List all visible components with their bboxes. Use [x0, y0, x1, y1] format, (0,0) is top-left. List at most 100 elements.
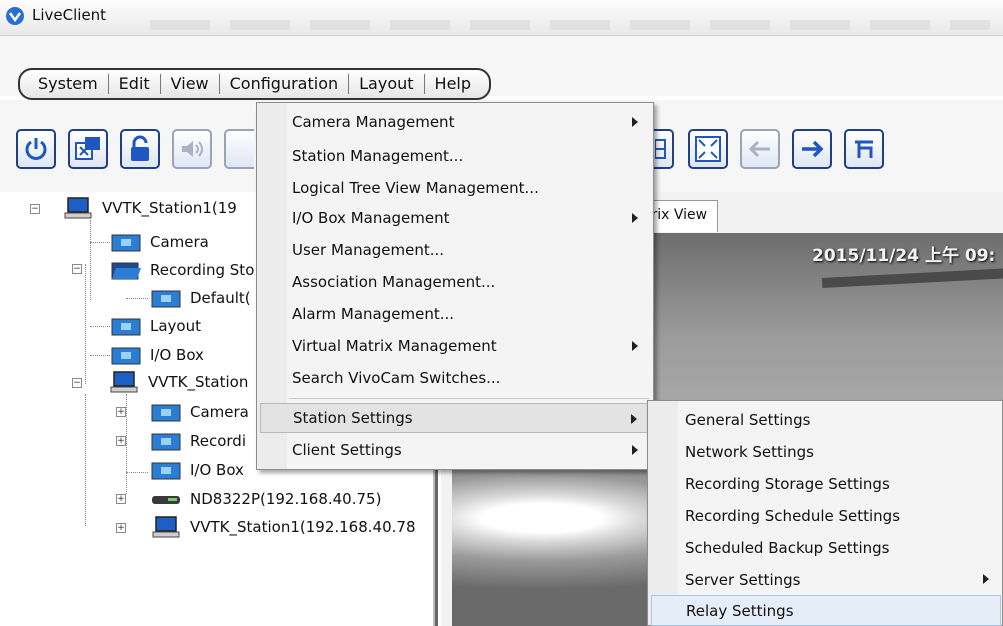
tree-line — [90, 220, 91, 300]
lock-icon — [131, 135, 149, 161]
title-bar: LiveClient — [0, 0, 1003, 36]
menu-item-label: Scheduled Backup Settings — [685, 538, 890, 557]
tree-expander[interactable]: − — [72, 264, 82, 274]
menu-item-virtual-matrix-management[interactable]: Virtual Matrix Management — [260, 331, 652, 361]
switch-monitor-icon — [75, 137, 100, 160]
menu-separator — [289, 398, 649, 399]
forward-arrow-icon — [802, 140, 824, 158]
switch-monitor-button[interactable] — [68, 129, 108, 169]
app-logo-icon — [6, 7, 24, 25]
computer-icon — [64, 197, 92, 219]
back-button[interactable] — [740, 129, 780, 169]
lock-button[interactable] — [120, 129, 160, 169]
menu-configuration[interactable]: Configuration — [220, 73, 349, 95]
menu-item-label: General Settings — [685, 410, 811, 429]
tree-node-label: Recordi — [190, 432, 246, 450]
tree-node-station2-camera[interactable]: Camera — [150, 400, 249, 424]
menu-layout[interactable]: Layout — [349, 73, 423, 95]
menu-view[interactable]: View — [161, 73, 219, 95]
menu-item-search-vivocam-switches[interactable]: Search VivoCam Switches... — [260, 363, 652, 393]
menu-edit[interactable]: Edit — [109, 73, 160, 95]
submenu-arrow-icon — [631, 414, 637, 424]
menu-item-label: Logical Tree View Management... — [292, 179, 539, 197]
menu-item-label: Camera Management — [292, 113, 455, 131]
title-bar-decoration — [150, 20, 990, 30]
tree-expander[interactable]: − — [30, 204, 40, 214]
menu-item-server-settings[interactable]: Server Settings — [651, 564, 1001, 595]
tree-expander[interactable]: + — [116, 523, 126, 533]
tree-line — [126, 394, 127, 494]
tree-node-nd8322p[interactable]: ND8322P(192.168.40.75) — [150, 487, 381, 511]
tree-expander[interactable]: + — [116, 436, 126, 446]
fullscreen-icon — [695, 136, 721, 162]
return-button[interactable] — [844, 129, 884, 169]
fullscreen-button[interactable] — [688, 129, 728, 169]
menu-item-scheduled-backup-settings[interactable]: Scheduled Backup Settings — [651, 532, 1001, 563]
tree-expander[interactable]: + — [116, 407, 126, 417]
folder-icon — [111, 234, 141, 252]
power-button[interactable] — [16, 129, 56, 169]
forward-button[interactable] — [792, 129, 832, 169]
tree-node-label: VVTK_Station1(192.168.40.78 — [190, 518, 416, 536]
submenu-arrow-icon — [632, 213, 638, 223]
menu-item-label: Network Settings — [685, 442, 814, 461]
tree-node-label: I/O Box — [150, 346, 204, 364]
menu-item-alarm-management[interactable]: Alarm Management... — [260, 299, 652, 329]
menu-item-camera-management[interactable]: Camera Management — [260, 107, 652, 137]
tree-node-station2-recording[interactable]: Recordi — [150, 429, 246, 453]
video-timestamp: 2015/11/24 上午 09: — [812, 246, 996, 266]
layout-button[interactable] — [654, 129, 674, 169]
station-settings-submenu: General Settings Network Settings Record… — [647, 400, 1003, 626]
tree-node-label: I/O Box — [190, 461, 244, 479]
tree-node-label: Default( — [190, 289, 251, 307]
menu-item-label: Relay Settings — [686, 601, 794, 620]
tree-node-io-box[interactable]: I/O Box — [110, 343, 204, 367]
menu-item-station-settings[interactable]: Station Settings — [260, 403, 652, 433]
folder-icon — [151, 433, 181, 451]
tree-node-label: VVTK_Station — [148, 373, 249, 391]
tree-line — [85, 264, 86, 384]
menu-item-client-settings[interactable]: Client Settings — [260, 435, 652, 465]
folder-icon — [111, 347, 141, 365]
folder-icon — [111, 318, 141, 336]
speaker-icon — [182, 141, 203, 157]
menu-item-label: Recording Storage Settings — [685, 474, 890, 493]
partial-toolbar-button[interactable] — [224, 129, 254, 169]
menu-item-label: Station Management... — [292, 147, 464, 165]
tree-node-camera[interactable]: Camera — [110, 230, 209, 254]
tree-node-layout[interactable]: Layout — [110, 314, 201, 338]
audio-button[interactable] — [172, 129, 212, 169]
menu-item-station-management[interactable]: Station Management... — [260, 141, 652, 171]
nvr-device-icon — [152, 496, 180, 504]
tree-line — [90, 326, 110, 327]
menu-item-io-box-management[interactable]: I/O Box Management — [260, 203, 652, 233]
menu-system[interactable]: System — [28, 73, 108, 95]
tree-node-label: Camera — [190, 403, 249, 421]
tree-node-label: Camera — [150, 233, 209, 251]
folder-icon — [151, 404, 181, 422]
menu-item-network-settings[interactable]: Network Settings — [651, 436, 1001, 467]
tree-node-station1[interactable]: VVTK_Station1(19 — [62, 196, 237, 220]
tree-node-label: ND8322P(192.168.40.75) — [190, 490, 382, 508]
menu-item-user-management[interactable]: User Management... — [260, 235, 652, 265]
menu-item-association-management[interactable]: Association Management... — [260, 267, 652, 297]
tree-line — [90, 355, 110, 356]
menu-item-recording-storage-settings[interactable]: Recording Storage Settings — [651, 468, 1001, 499]
window-title: LiveClient — [32, 6, 107, 24]
menu-help[interactable]: Help — [425, 73, 481, 95]
tree-node-recording-storage[interactable]: Recording Sto — [110, 258, 254, 282]
tree-node-label: VVTK_Station1(19 — [102, 199, 237, 217]
tree-node-default[interactable]: Default( — [150, 286, 251, 310]
menu-item-logical-tree-view-management[interactable]: Logical Tree View Management... — [260, 173, 652, 203]
tree-node-station2-io[interactable]: I/O Box — [150, 458, 244, 482]
menu-item-general-settings[interactable]: General Settings — [651, 404, 1001, 435]
tree-node-station2[interactable]: VVTK_Station — [108, 370, 248, 394]
submenu-arrow-icon — [632, 117, 638, 127]
menu-item-label: Client Settings — [292, 441, 402, 459]
tree-expander[interactable]: − — [72, 378, 82, 388]
tree-node-station1b[interactable]: VVTK_Station1(192.168.40.78 — [150, 515, 415, 539]
menu-item-recording-schedule-settings[interactable]: Recording Schedule Settings — [651, 500, 1001, 531]
power-icon — [25, 138, 47, 160]
menu-item-relay-settings[interactable]: Relay Settings — [651, 595, 1001, 626]
tree-expander[interactable]: + — [116, 494, 126, 504]
